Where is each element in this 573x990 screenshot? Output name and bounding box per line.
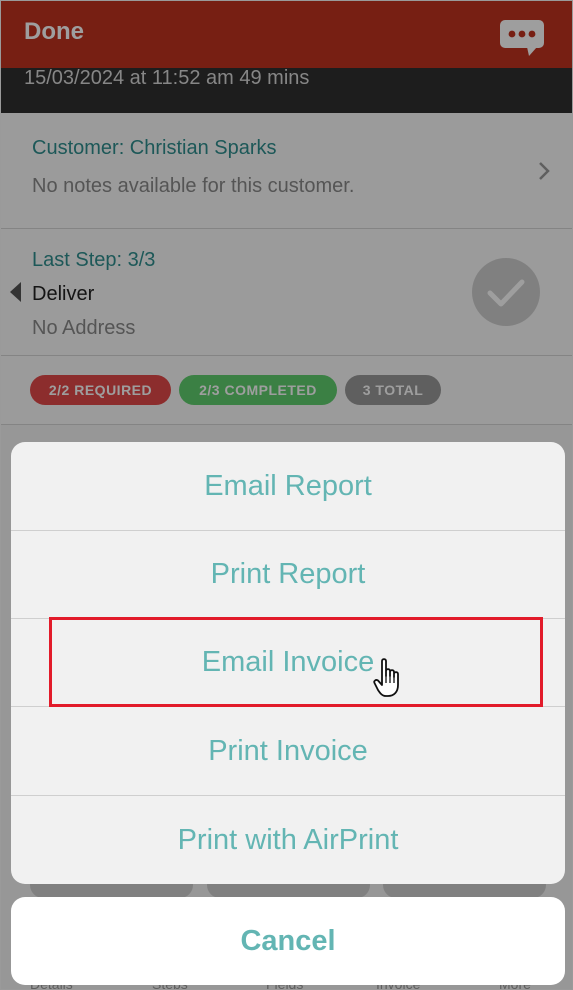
- print-report-button[interactable]: Print Report: [11, 530, 565, 619]
- hand-cursor-icon: [373, 658, 399, 697]
- print-invoice-button[interactable]: Print Invoice: [11, 707, 565, 796]
- highlight-box: [49, 617, 543, 707]
- print-airprint-button[interactable]: Print with AirPrint: [11, 796, 565, 884]
- email-report-button[interactable]: Email Report: [11, 442, 565, 531]
- cancel-button[interactable]: Cancel: [11, 897, 565, 985]
